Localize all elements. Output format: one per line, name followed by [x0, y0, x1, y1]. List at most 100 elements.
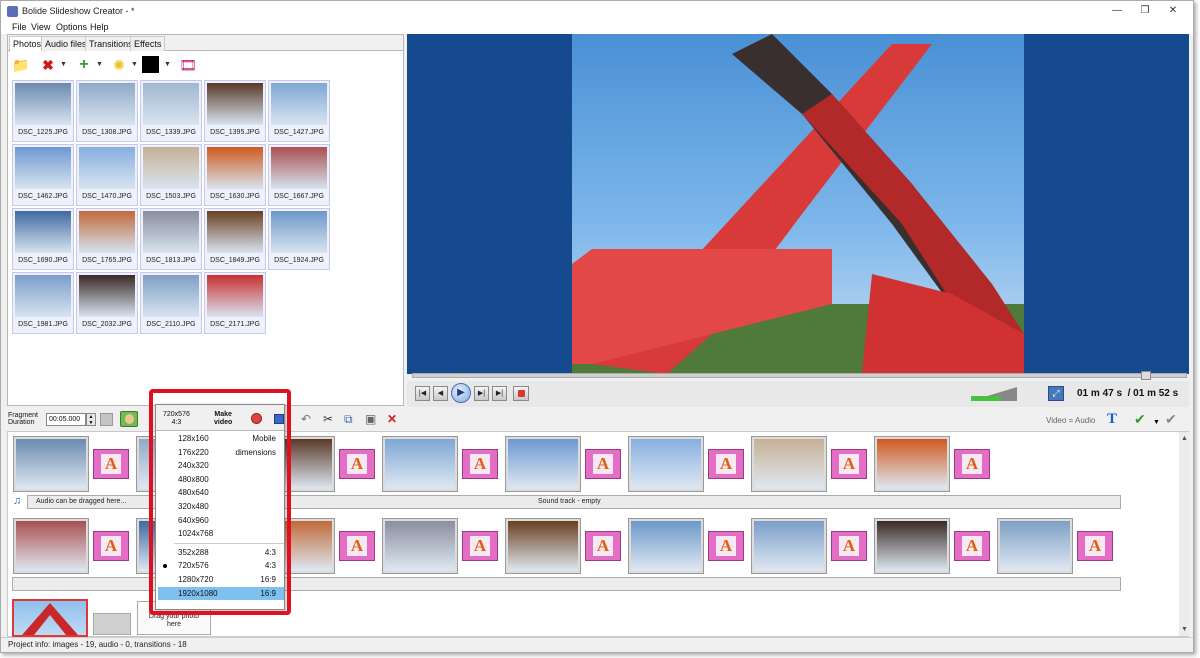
check-dropdown-icon[interactable]: ▼ [1153, 417, 1160, 429]
photo-thumbnail[interactable]: DSC_1503.JPG [140, 144, 202, 206]
open-folder-icon[interactable]: 📁 [11, 56, 31, 74]
current-photo-thumb[interactable] [12, 599, 88, 637]
storyboard-frame[interactable] [874, 436, 950, 492]
empty-slot[interactable] [93, 613, 131, 635]
transition-tile[interactable]: A [954, 449, 990, 479]
storyboard-frame[interactable] [505, 518, 581, 574]
storyboard-frame[interactable] [382, 436, 458, 492]
menu-options[interactable]: Options [56, 22, 87, 32]
storyboard-frame[interactable] [874, 518, 950, 574]
tab-transitions[interactable]: Transitions [85, 36, 137, 51]
transition-tile[interactable]: A [831, 449, 867, 479]
fullscreen-icon[interactable]: ⤢ [1048, 386, 1064, 401]
transition-tile[interactable]: A [708, 449, 744, 479]
storyboard-scrollbar[interactable] [1179, 432, 1189, 636]
color-dropdown-icon[interactable]: ▼ [164, 61, 171, 68]
transition-tile[interactable]: A [708, 531, 744, 561]
paste-icon[interactable]: ▣ [365, 413, 376, 425]
maximize-button[interactable]: ❐ [1135, 4, 1155, 18]
transition-tile[interactable]: A [954, 531, 990, 561]
photo-thumbnail[interactable]: DSC_2032.JPG [76, 272, 138, 334]
storyboard-frame[interactable] [13, 518, 89, 574]
photo-thumbnail[interactable]: DSC_1427.JPG [268, 80, 330, 142]
storyboard-frame[interactable] [382, 518, 458, 574]
transition-tile[interactable]: A [339, 531, 375, 561]
photo-thumbnail[interactable]: DSC_2110.JPG [140, 272, 202, 334]
fragment-duration-spinner[interactable]: ▲ ▼ [86, 413, 96, 426]
storyboard-frame[interactable] [997, 518, 1073, 574]
menu-file[interactable]: File [12, 22, 27, 32]
photo-thumbnail[interactable]: DSC_1470.JPG [76, 144, 138, 206]
photo-thumbnail[interactable]: DSC_1308.JPG [76, 80, 138, 142]
cut-icon[interactable]: ✂ [323, 413, 333, 425]
storyboard-frame[interactable] [751, 518, 827, 574]
play-button[interactable]: ▶ [451, 383, 471, 403]
photo-thumbnail[interactable]: DSC_1981.JPG [12, 272, 74, 334]
storyboard-frame[interactable] [628, 436, 704, 492]
next-button[interactable]: ▶| [474, 386, 489, 401]
photo-filename: DSC_1849.JPG [210, 257, 260, 264]
volume-slider[interactable] [971, 387, 1017, 401]
fragment-duration-input[interactable]: 00:05.000 [46, 413, 86, 426]
close-button[interactable]: ✕ [1163, 4, 1183, 18]
film-strip-icon[interactable]: 🎞 [178, 56, 198, 74]
delete-dropdown-icon[interactable]: ▼ [60, 61, 67, 68]
photo-thumbnail[interactable]: DSC_1225.JPG [12, 80, 74, 142]
scroll-down-icon[interactable]: ▼ [1181, 626, 1188, 633]
photo-thumbnail[interactable]: DSC_1924.JPG [268, 208, 330, 270]
brightness-icon[interactable]: ✺ [109, 56, 129, 74]
background-color-button[interactable] [100, 413, 113, 426]
seek-bar[interactable] [412, 373, 1187, 378]
settings-icon[interactable]: ✔ [1165, 412, 1177, 426]
storyboard-frame[interactable] [628, 518, 704, 574]
face-icon[interactable] [120, 411, 138, 427]
skip-end-button[interactable]: ▶| [492, 386, 507, 401]
check-icon[interactable]: ✔ [1134, 412, 1146, 426]
color-swatch[interactable] [142, 56, 159, 73]
menu-view[interactable]: View [31, 22, 50, 32]
transition-tile[interactable]: A [831, 531, 867, 561]
transition-tile[interactable]: A [93, 449, 129, 479]
prev-button[interactable]: ◀ [433, 386, 448, 401]
transition-tile[interactable]: A [462, 531, 498, 561]
photo-thumbnail[interactable]: DSC_1630.JPG [204, 144, 266, 206]
add-dropdown-icon[interactable]: ▼ [96, 61, 103, 68]
transition-letter: A [1085, 536, 1105, 556]
storyboard-frame[interactable] [751, 436, 827, 492]
stop-button[interactable] [513, 386, 529, 401]
photo-thumbnail[interactable]: DSC_1667.JPG [268, 144, 330, 206]
copy-icon[interactable]: ⧉ [344, 413, 353, 425]
text-icon[interactable]: T [1107, 411, 1117, 428]
storyboard-frame[interactable] [505, 436, 581, 492]
scroll-up-icon[interactable]: ▲ [1181, 435, 1188, 442]
transition-tile[interactable]: A [1077, 531, 1113, 561]
add-icon[interactable]: + [74, 56, 94, 74]
tab-photos[interactable]: Photos [9, 36, 46, 52]
tab-effects[interactable]: Effects [130, 36, 166, 51]
photo-thumbnail[interactable]: DSC_2171.JPG [204, 272, 266, 334]
seek-handle[interactable] [1141, 371, 1151, 380]
tab-audio-files[interactable]: Audio files [41, 36, 91, 51]
photo-thumbnail[interactable]: DSC_1813.JPG [140, 208, 202, 270]
photo-thumbnail[interactable]: DSC_1690.JPG [12, 208, 74, 270]
menu-help[interactable]: Help [90, 22, 109, 32]
transition-tile[interactable]: A [585, 449, 621, 479]
preview-area [407, 34, 1189, 374]
photo-thumbnail[interactable]: DSC_1849.JPG [204, 208, 266, 270]
delete-icon[interactable]: ✖ [38, 56, 58, 74]
skip-start-button[interactable]: |◀ [415, 386, 430, 401]
undo-icon[interactable]: ↶ [301, 413, 311, 425]
photo-thumbnail[interactable]: DSC_1462.JPG [12, 144, 74, 206]
transition-tile[interactable]: A [585, 531, 621, 561]
photo-thumbnail[interactable]: DSC_1395.JPG [204, 80, 266, 142]
transition-tile[interactable]: A [339, 449, 375, 479]
transition-tile[interactable]: A [462, 449, 498, 479]
photo-thumbnail[interactable]: DSC_1765.JPG [76, 208, 138, 270]
transition-tile[interactable]: A [93, 531, 129, 561]
minimize-button[interactable]: — [1107, 4, 1127, 18]
remove-icon[interactable]: ✕ [387, 413, 397, 425]
photo-image [79, 83, 135, 125]
brightness-dropdown-icon[interactable]: ▼ [131, 61, 138, 68]
photo-thumbnail[interactable]: DSC_1339.JPG [140, 80, 202, 142]
storyboard-frame[interactable] [13, 436, 89, 492]
